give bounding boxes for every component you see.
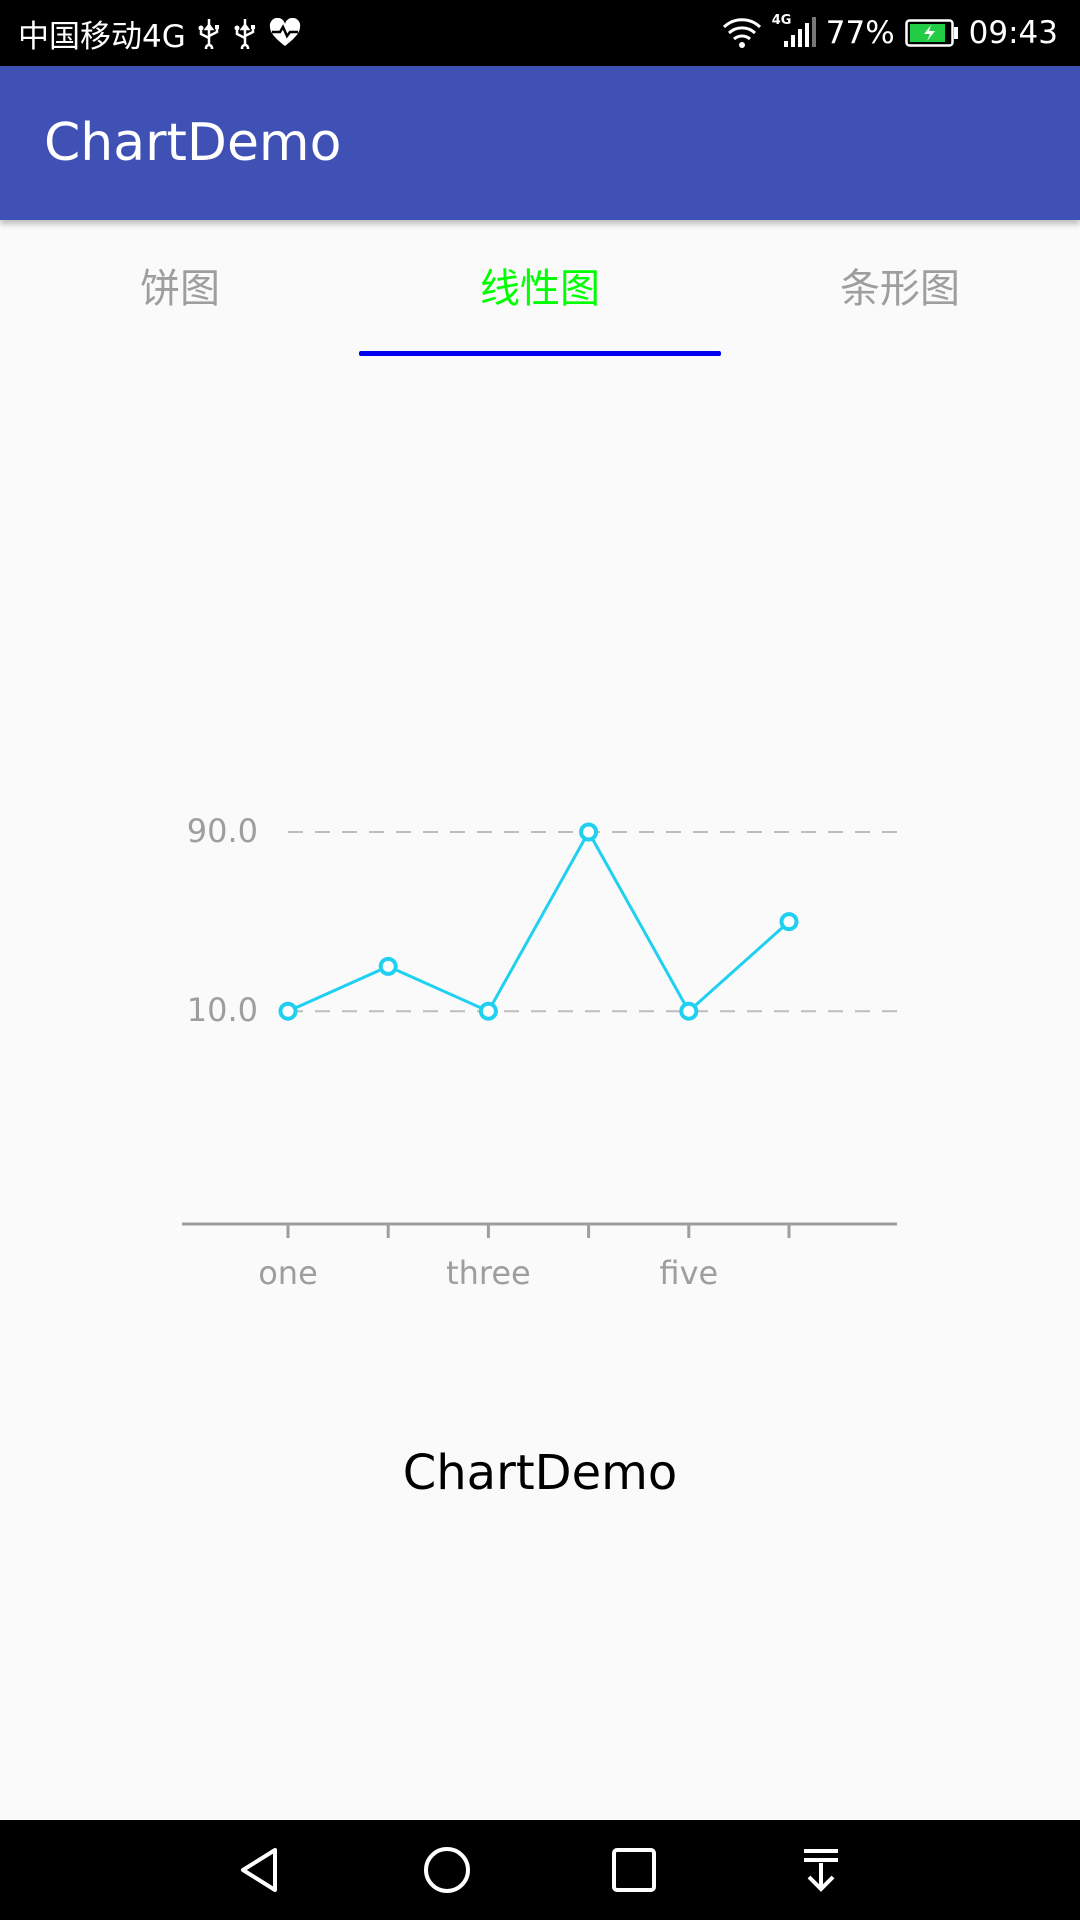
- tab-pie-chart[interactable]: 饼图: [0, 220, 360, 350]
- tab-label: 线性图: [480, 266, 600, 312]
- chart-description: ChartDemo: [402, 1445, 678, 1501]
- battery-level: 77%: [825, 15, 895, 51]
- navigation-bar: [0, 1820, 1080, 1920]
- recents-icon[interactable]: [574, 1820, 694, 1920]
- tab-label: 饼图: [140, 266, 220, 312]
- tab-label: 条形图: [840, 266, 960, 312]
- tab-indicator: [359, 351, 721, 356]
- usb-icon: [232, 17, 258, 49]
- network-type-label: 4G: [771, 13, 792, 28]
- clock: 09:43: [968, 15, 1058, 51]
- data-point: [278, 1001, 298, 1021]
- usb-icon: [196, 17, 222, 49]
- tab-bar: 饼图 线性图 条形图: [0, 220, 1080, 360]
- battery-charging-icon: [904, 19, 959, 47]
- home-icon[interactable]: [387, 1820, 507, 1920]
- signal-icon: 4G: [772, 13, 816, 49]
- status-right: 4G 77% 09:43: [722, 0, 1058, 66]
- data-point: [478, 1001, 498, 1021]
- wifi-icon: [722, 17, 762, 49]
- series-line: [287, 828, 790, 1014]
- app-bar: ChartDemo: [0, 66, 1080, 220]
- x-tick-label: five: [659, 1254, 718, 1292]
- y-axis-label: 90.0: [187, 812, 258, 850]
- line-chart[interactable]: 90.0 10.0 one three five: [0, 360, 1080, 1360]
- x-tick-label: one: [258, 1254, 318, 1292]
- status-bar: 中国移动4G 4G 77% 09:43: [0, 0, 1080, 66]
- data-point: [779, 912, 799, 932]
- tab-bar-chart[interactable]: 条形图: [720, 220, 1080, 350]
- data-point: [679, 1001, 699, 1021]
- notification-pull-icon[interactable]: [761, 1820, 881, 1920]
- data-point: [579, 822, 599, 842]
- data-point: [378, 956, 398, 976]
- carrier-label: 中国移动4G: [18, 18, 186, 55]
- app-title: ChartDemo: [44, 113, 342, 173]
- heart-pulse-icon: [268, 18, 302, 48]
- y-axis-label: 10.0: [187, 991, 258, 1029]
- status-left: 中国移动4G: [18, 0, 302, 66]
- x-tick-label: three: [446, 1254, 531, 1292]
- tab-line-chart[interactable]: 线性图: [360, 220, 720, 350]
- back-icon[interactable]: [200, 1820, 320, 1920]
